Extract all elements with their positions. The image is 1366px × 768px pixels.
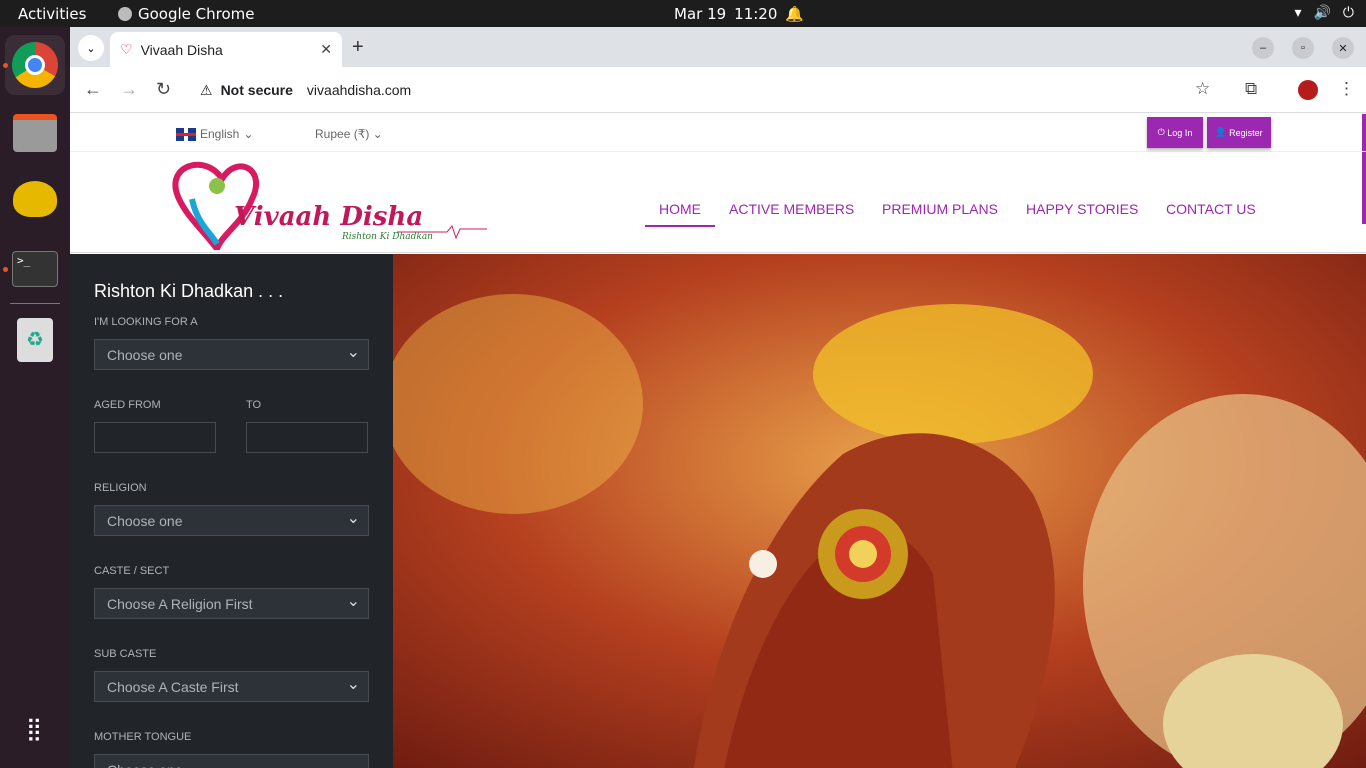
search-title: Rishton Ki Dhadkan . . . <box>94 281 284 301</box>
folder-icon <box>13 114 57 152</box>
tab-title: Vivaah Disha <box>140 41 223 58</box>
bell-icon: 🔔 <box>785 5 805 23</box>
uk-flag-icon <box>176 127 196 141</box>
system-top-bar: Activities Google Chrome Mar 19 11:20 🔔 ▾ 🔊… <box>0 0 1366 27</box>
wifi-icon: ▾ <box>1294 5 1302 21</box>
dock-trash[interactable]: ♻ <box>5 310 65 370</box>
logo-text: Vivaah Disha <box>234 202 424 232</box>
forward-button[interactable]: → <box>120 79 138 100</box>
new-tab-button[interactable]: + <box>352 36 364 59</box>
system-tray[interactable]: ▾ 🔊 ⏻ <box>1294 5 1354 21</box>
chrome-icon <box>12 42 58 88</box>
nav-premium-plans[interactable]: PREMIUM PLANS <box>882 201 998 227</box>
close-icon[interactable]: ✕ <box>320 41 332 58</box>
subcaste-select[interactable]: Choose A Caste First <box>94 671 369 702</box>
nav-home[interactable]: HOME <box>645 201 715 227</box>
register-label: Register <box>1229 127 1263 138</box>
time: 11:20 <box>734 5 778 23</box>
power-icon: ⏻ <box>1157 127 1168 137</box>
profile-avatar[interactable] <box>1298 80 1318 100</box>
utility-bar: English ⌄ Rupee (₹) ⌄ ⏻ Log In 👤 Register <box>70 114 1366 152</box>
dock-terminal[interactable]: >_ <box>5 239 65 299</box>
logo-tagline: Rishton Ki Dhadkan <box>342 232 433 242</box>
terminal-icon: >_ <box>12 251 58 287</box>
dock-teapot[interactable] <box>5 169 65 229</box>
age-row: AGED FROM TO <box>94 399 369 453</box>
login-label: Log In <box>1167 127 1193 138</box>
date: Mar 19 <box>674 5 727 23</box>
caste-label: CASTE / SECT <box>94 565 170 577</box>
tab-vivaah-disha[interactable]: ♡ Vivaah Disha ✕ <box>110 32 342 67</box>
dock-files[interactable] <box>5 103 65 163</box>
restore-button[interactable]: ▫ <box>1292 37 1314 59</box>
web-page: English ⌄ Rupee (₹) ⌄ ⏻ Log In 👤 Register… <box>70 114 1366 768</box>
app-name: Google Chrome <box>138 5 255 23</box>
dock-chrome[interactable] <box>5 35 65 95</box>
hero-banner-image <box>393 254 1366 768</box>
url-text[interactable]: vivaahdisha.com <box>307 82 411 98</box>
heart-icon: ♡ <box>120 41 133 57</box>
language-selector[interactable]: English ⌄ <box>176 127 253 141</box>
subcaste-label: SUB CASTE <box>94 648 157 660</box>
chevron-down-icon: ⌄ <box>243 127 254 141</box>
active-app-menu[interactable]: Google Chrome <box>118 5 255 23</box>
warning-icon: ⚠ <box>200 81 213 98</box>
mother-tongue-label: MOTHER TONGUE <box>94 731 192 743</box>
close-window-button[interactable]: ✕ <box>1332 37 1354 59</box>
trash-icon: ♻ <box>17 318 53 362</box>
menu-dots-icon[interactable]: ⋮ <box>1338 79 1355 99</box>
register-button[interactable]: 👤 Register <box>1207 117 1271 148</box>
teapot-icon <box>13 181 57 217</box>
currency-selector[interactable]: Rupee (₹) ⌄ <box>315 127 383 141</box>
wedding-hands-image <box>393 254 1366 768</box>
security-indicator[interactable]: Not secure <box>221 82 293 98</box>
search-sidebar: Rishton Ki Dhadkan . . . I'M LOOKING FOR… <box>70 254 393 768</box>
currency-label: Rupee (₹) <box>315 127 370 141</box>
religion-label: RELIGION <box>94 482 147 494</box>
bookmark-star-icon[interactable]: ☆ <box>1195 79 1210 99</box>
back-button[interactable]: ← <box>84 79 102 100</box>
activities-button[interactable]: Activities <box>18 5 86 23</box>
tab-list-button[interactable]: ⌄ <box>78 35 104 61</box>
power-icon: ⏻ <box>1342 5 1354 21</box>
minimize-button[interactable]: – <box>1252 37 1274 59</box>
clock[interactable]: Mar 19 11:20 🔔 <box>674 5 804 23</box>
user-icon: 👤 <box>1215 127 1230 137</box>
language-label: English <box>200 127 240 141</box>
site-logo[interactable]: Vivaah Disha Rishton Ki Dhadkan <box>162 154 487 256</box>
address-bar[interactable]: ⚠ Not secure vivaahdisha.com <box>190 73 1210 107</box>
tab-strip: ⌄ ♡ Vivaah Disha ✕ + – ▫ ✕ <box>70 27 1366 67</box>
looking-for-select[interactable]: Choose one <box>94 339 369 370</box>
religion-select[interactable]: Choose one <box>94 505 369 536</box>
caste-select[interactable]: Choose A Religion First <box>94 588 369 619</box>
aged-from-input[interactable] <box>94 422 216 453</box>
aged-to-label: TO <box>246 399 262 411</box>
browser-toolbar: ← → ↻ ⚠ Not secure vivaahdisha.com ☆ ⧉ ⋮ <box>70 67 1366 113</box>
aged-from-label: AGED FROM <box>94 399 161 411</box>
volume-icon: 🔊 <box>1313 5 1331 21</box>
chevron-down-icon: ⌄ <box>86 42 96 55</box>
reload-button[interactable]: ↻ <box>156 79 171 100</box>
extensions-icon[interactable]: ⧉ <box>1245 79 1257 99</box>
nav-active-members[interactable]: ACTIVE MEMBERS <box>729 201 854 227</box>
mother-tongue-select[interactable]: Choose one <box>94 754 369 768</box>
browser-window: ⌄ ♡ Vivaah Disha ✕ + – ▫ ✕ ← → ↻ ⚠ Not s… <box>70 27 1366 768</box>
show-apps-button[interactable]: ⣿ <box>5 699 65 759</box>
chrome-icon <box>118 7 132 21</box>
grid-icon: ⣿ <box>25 716 45 741</box>
nav-happy-stories[interactable]: HAPPY STORIES <box>1026 201 1138 227</box>
login-button[interactable]: ⏻ Log In <box>1147 117 1203 148</box>
nav-contact-us[interactable]: CONTACT US <box>1166 201 1256 227</box>
chevron-down-icon: ⌄ <box>372 127 383 141</box>
looking-for-label: I'M LOOKING FOR A <box>94 316 198 328</box>
dock: >_ ♻ ⣿ <box>0 27 70 768</box>
site-header: Vivaah Disha Rishton Ki Dhadkan HOME ACT… <box>70 152 1366 256</box>
aged-to-input[interactable] <box>246 422 368 453</box>
